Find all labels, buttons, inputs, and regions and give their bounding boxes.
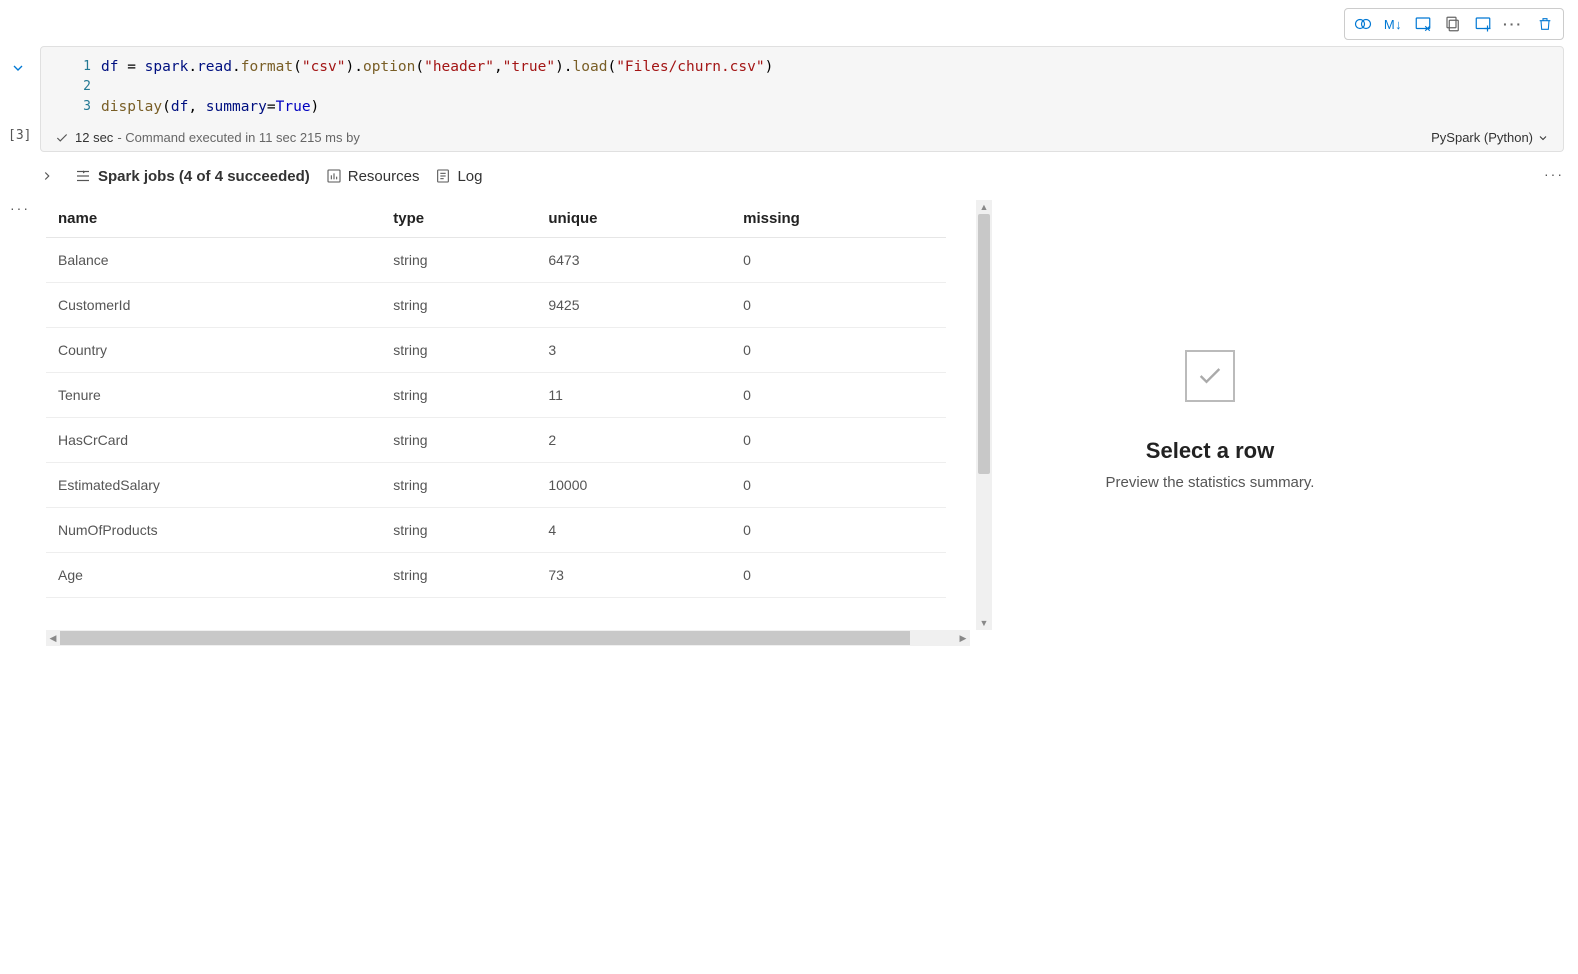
preview-placeholder-icon — [1185, 350, 1235, 402]
execution-count: [3] — [8, 128, 31, 143]
line-number: 2 — [61, 77, 91, 97]
cell-name: NumOfProducts — [46, 508, 381, 553]
cell-type: string — [381, 553, 536, 598]
cell-missing: 0 — [731, 553, 946, 598]
clear-output-button[interactable] — [1409, 12, 1437, 36]
col-header-type[interactable]: type — [381, 200, 536, 238]
success-check-icon — [55, 131, 69, 145]
cell-type: string — [381, 373, 536, 418]
execution-status-bar: 12 sec - Command executed in 11 sec 215 … — [40, 124, 1564, 152]
resources-icon — [326, 168, 342, 184]
add-cell-below-button[interactable] — [1469, 12, 1497, 36]
preview-panel: Select a row Preview the statistics summ… — [1010, 200, 1410, 640]
collapse-cell-button[interactable] — [10, 60, 26, 76]
vertical-scrollbar[interactable]: ▲ ▼ — [976, 200, 992, 630]
cell-name: Country — [46, 328, 381, 373]
copilot-icon[interactable] — [1349, 12, 1377, 36]
cell-unique: 3 — [536, 328, 731, 373]
code-line-3: display(df, summary=True) — [101, 97, 319, 117]
table-row[interactable]: HasCrCardstring20 — [46, 418, 946, 463]
cell-name: CustomerId — [46, 283, 381, 328]
cell-type: string — [381, 463, 536, 508]
cell-missing: 0 — [731, 373, 946, 418]
cell-unique: 2 — [536, 418, 731, 463]
scroll-right-arrow[interactable]: ▶ — [956, 633, 970, 644]
table-row[interactable]: EstimatedSalarystring100000 — [46, 463, 946, 508]
cell-output-menu[interactable]: ··· — [10, 200, 30, 216]
cell-unique: 10000 — [536, 463, 731, 508]
cell-unique: 6473 — [536, 238, 731, 283]
table-row[interactable]: Balancestring64730 — [46, 238, 946, 283]
cell-name: Age — [46, 553, 381, 598]
table-row[interactable]: Tenurestring110 — [46, 373, 946, 418]
output-tabs: Spark jobs (4 of 4 succeeded) Resources … — [40, 162, 1564, 190]
line-number: 3 — [61, 97, 91, 117]
cell-missing: 0 — [731, 328, 946, 373]
cell-missing: 0 — [731, 418, 946, 463]
cell-name: Balance — [46, 238, 381, 283]
preview-title: Select a row — [1146, 438, 1274, 464]
code-cell[interactable]: 1 df = spark.read.format("csv").option("… — [40, 46, 1564, 128]
summary-grid: name type unique missing Balancestring64… — [46, 200, 992, 660]
cell-unique: 73 — [536, 553, 731, 598]
cell-type: string — [381, 238, 536, 283]
scroll-up-arrow[interactable]: ▲ — [976, 200, 992, 214]
more-actions-button[interactable]: ··· — [1499, 12, 1527, 36]
spark-jobs-icon — [74, 167, 92, 185]
scroll-left-arrow[interactable]: ◀ — [46, 633, 60, 644]
resources-tab[interactable]: Resources — [326, 168, 420, 185]
cell-type: string — [381, 283, 536, 328]
cell-name: EstimatedSalary — [46, 463, 381, 508]
log-icon — [435, 168, 451, 184]
cell-name: HasCrCard — [46, 418, 381, 463]
cell-unique: 9425 — [536, 283, 731, 328]
expand-output-button[interactable] — [40, 169, 58, 183]
table-row[interactable]: NumOfProductsstring40 — [46, 508, 946, 553]
table-row[interactable]: Countrystring30 — [46, 328, 946, 373]
delete-cell-button[interactable] — [1531, 12, 1559, 36]
cell-type: string — [381, 508, 536, 553]
cell-missing: 0 — [731, 238, 946, 283]
horizontal-scrollbar[interactable]: ◀ ▶ — [46, 630, 970, 646]
copy-cell-button[interactable] — [1439, 12, 1467, 36]
spark-jobs-tab[interactable]: Spark jobs (4 of 4 succeeded) — [74, 167, 310, 185]
cell-missing: 0 — [731, 283, 946, 328]
cell-type: string — [381, 328, 536, 373]
vertical-scroll-thumb[interactable] — [978, 214, 990, 474]
cell-unique: 11 — [536, 373, 731, 418]
execution-time: 12 sec — [75, 130, 113, 145]
language-selector[interactable]: PySpark (Python) — [1431, 130, 1549, 145]
code-line-1: df = spark.read.format("csv").option("he… — [101, 57, 773, 77]
cell-unique: 4 — [536, 508, 731, 553]
log-tab[interactable]: Log — [435, 168, 482, 185]
cell-type: string — [381, 418, 536, 463]
horizontal-scroll-thumb[interactable] — [60, 631, 910, 645]
line-number: 1 — [61, 57, 91, 77]
table-row[interactable]: Agestring730 — [46, 553, 946, 598]
preview-subtitle: Preview the statistics summary. — [1106, 474, 1315, 491]
cell-toolbar: M↓ ··· — [1344, 8, 1564, 40]
col-header-missing[interactable]: missing — [731, 200, 946, 238]
output-more-button[interactable]: ··· — [1544, 166, 1564, 182]
execution-detail: - Command executed in 11 sec 215 ms by — [117, 130, 360, 145]
col-header-unique[interactable]: unique — [536, 200, 731, 238]
cell-missing: 0 — [731, 508, 946, 553]
table-row[interactable]: CustomerIdstring94250 — [46, 283, 946, 328]
col-header-name[interactable]: name — [46, 200, 381, 238]
cell-name: Tenure — [46, 373, 381, 418]
cell-missing: 0 — [731, 463, 946, 508]
scroll-down-arrow[interactable]: ▼ — [976, 616, 992, 630]
summary-table: name type unique missing Balancestring64… — [46, 200, 946, 598]
convert-to-markdown-button[interactable]: M↓ — [1379, 12, 1407, 36]
